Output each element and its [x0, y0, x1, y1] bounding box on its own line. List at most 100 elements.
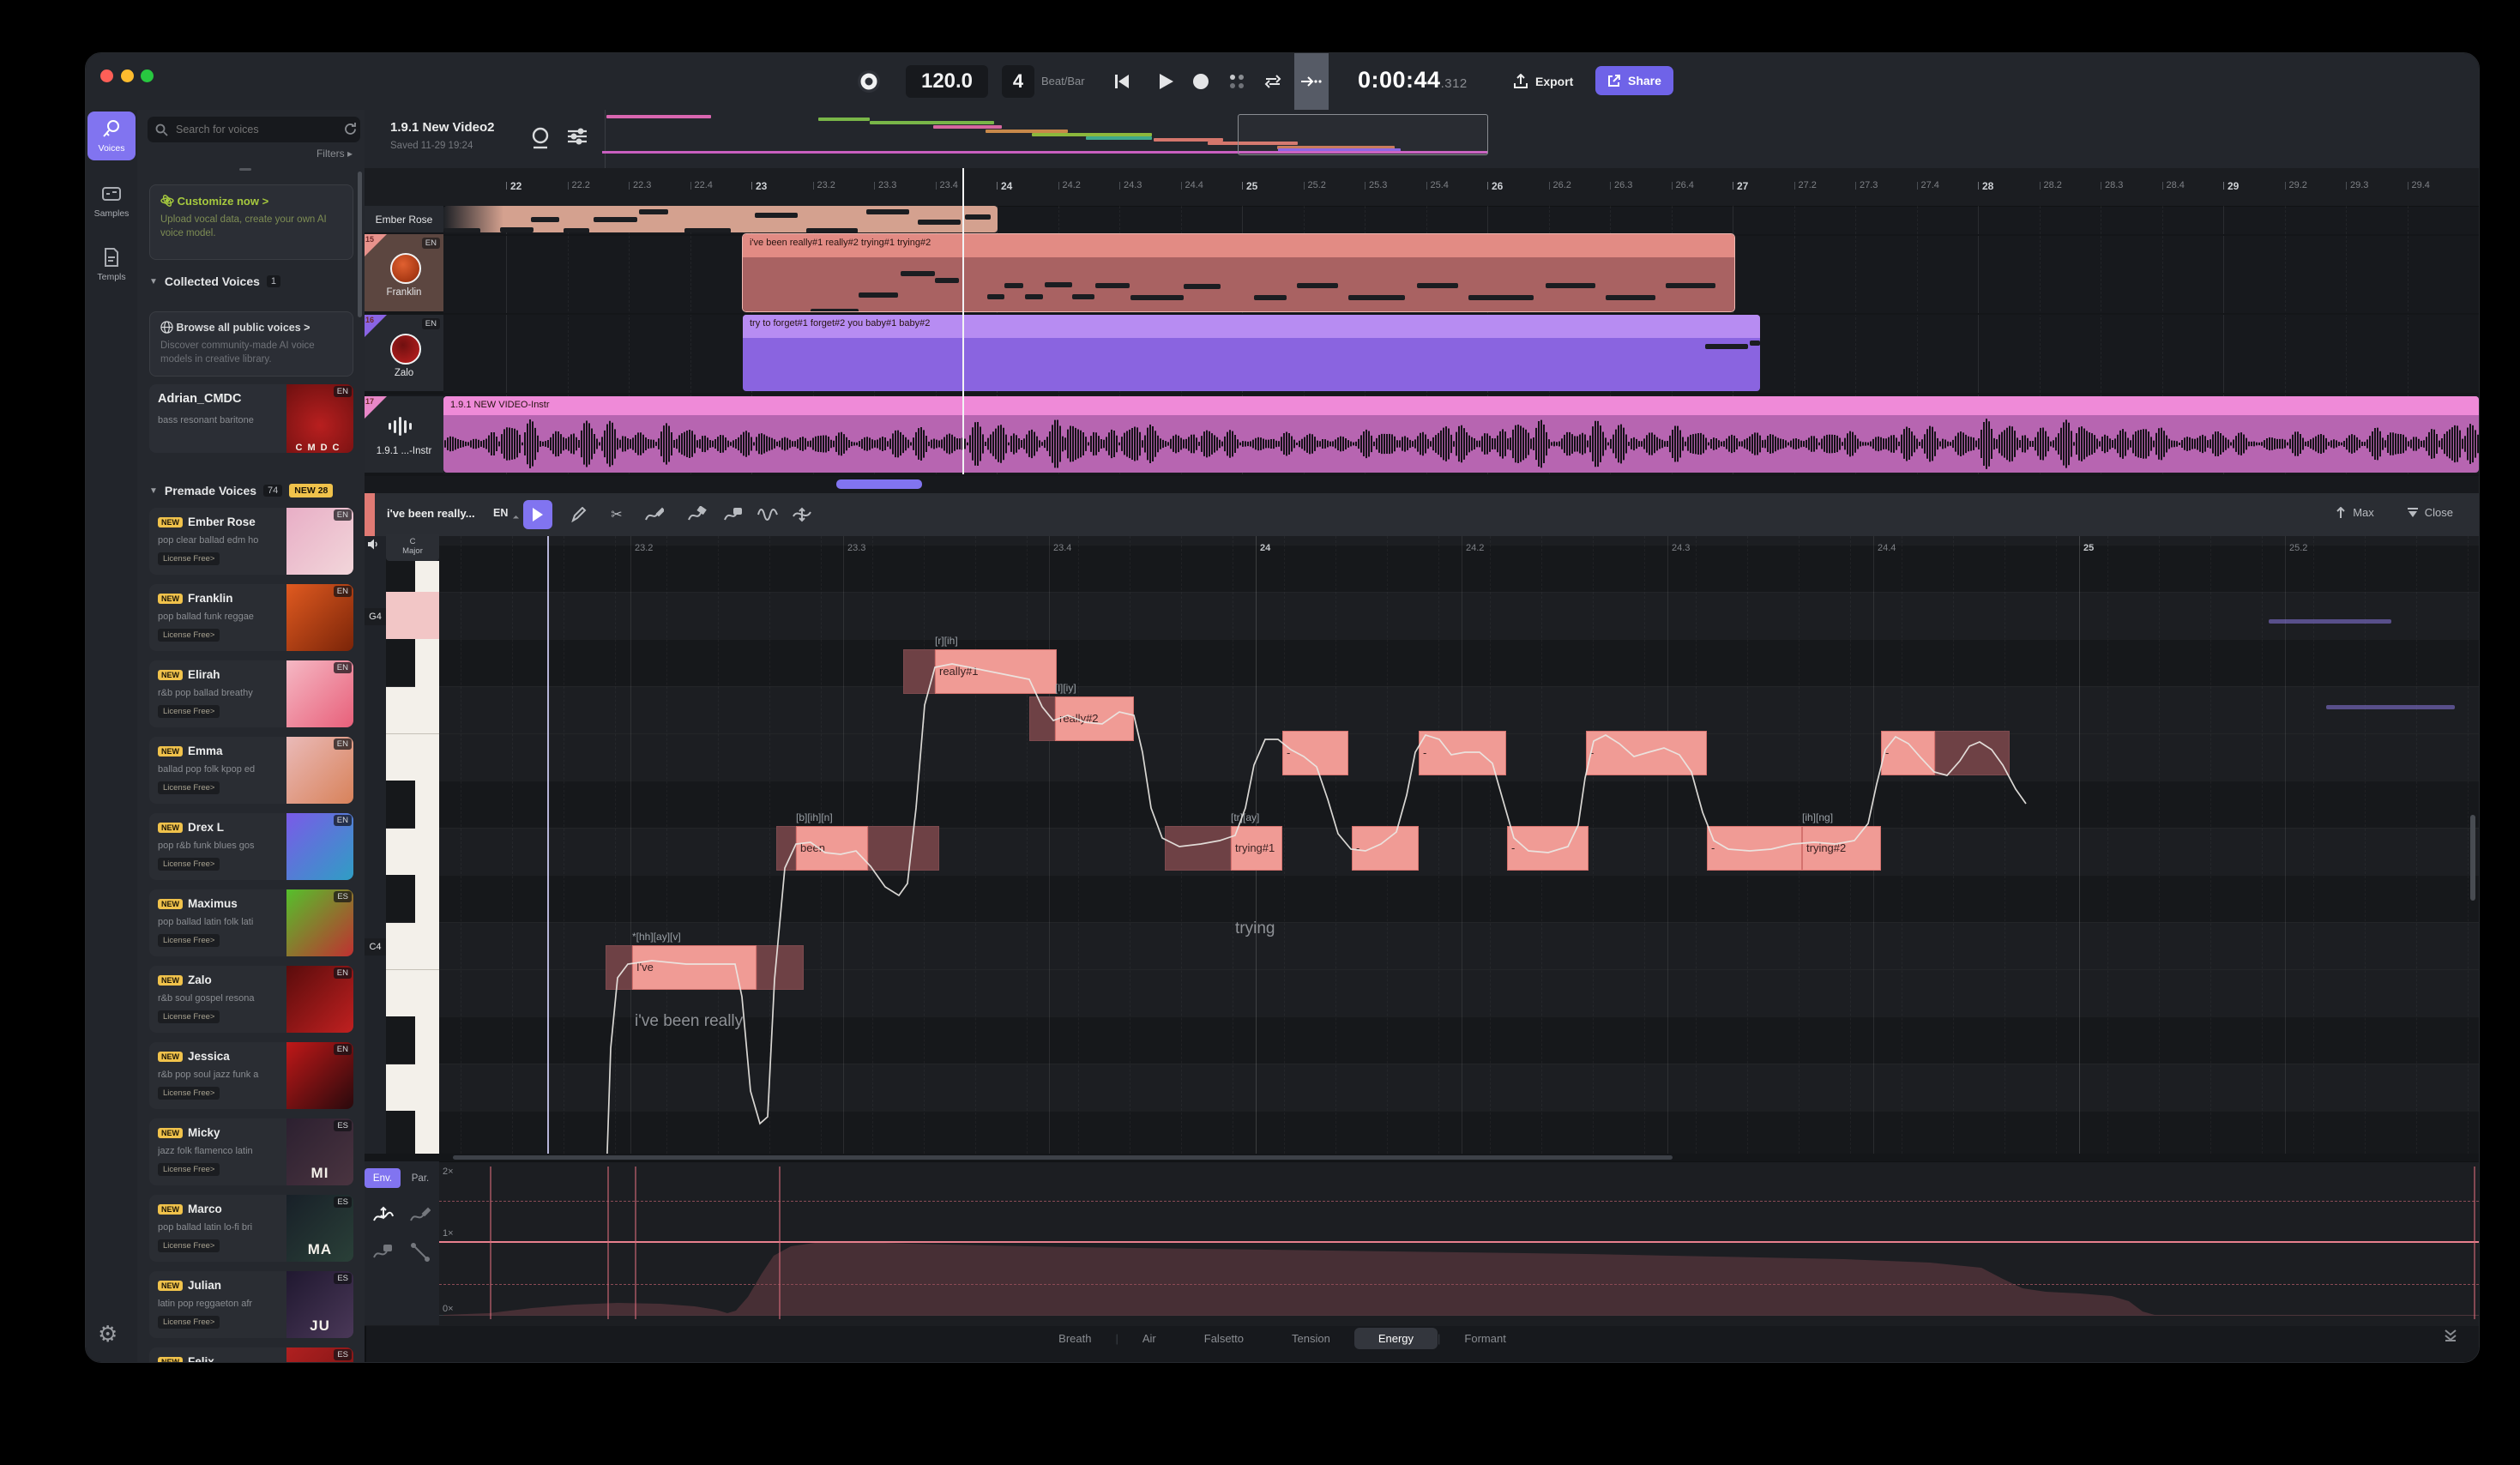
editor-hscrollbar-thumb[interactable] [453, 1155, 1673, 1160]
note-phoneme[interactable]: [tr][ay] [1231, 811, 1259, 823]
note-main-segment[interactable] [1507, 826, 1589, 871]
editor-playhead[interactable] [547, 536, 549, 1154]
param-scale-tool[interactable] [372, 1204, 395, 1227]
browse-public-voices-card[interactable]: Browse all public voices > Discover comm… [149, 311, 353, 377]
track-lane[interactable] [365, 315, 2479, 395]
note[interactable]: I've [606, 945, 804, 990]
voice-license-badge[interactable]: License Free> [158, 1010, 220, 1023]
scale-selector[interactable]: CMajor [386, 534, 439, 561]
collected-voices-header[interactable]: ▼ Collected Voices 1 [149, 274, 280, 288]
metronome-icon[interactable] [855, 68, 883, 95]
rail-tab-samples[interactable]: Samples [87, 177, 136, 226]
minimize-window-button[interactable] [121, 69, 134, 82]
scissors-tool[interactable]: ✂ [602, 500, 631, 529]
minimap-viewport[interactable] [1238, 114, 1488, 155]
param-erase-tool[interactable] [372, 1241, 395, 1263]
pitch-shift-tool[interactable] [787, 500, 817, 529]
param-tab-energy[interactable]: Energy [1354, 1328, 1438, 1349]
skip-to-start-icon[interactable] [1108, 68, 1136, 95]
vibrato-tool[interactable] [753, 500, 782, 529]
note-phoneme[interactable]: *[hh][ay][v] [632, 931, 681, 943]
filters-button[interactable]: Filters ▸ [317, 148, 353, 160]
record-icon[interactable] [1187, 68, 1215, 95]
rail-tab-templates[interactable]: Templs [87, 240, 136, 289]
voice-license-badge[interactable]: License Free> [158, 858, 220, 871]
clip[interactable]: i've been really#1 really#2 trying#1 try… [743, 234, 1734, 311]
note-phoneme[interactable]: [l][iy] [1055, 682, 1076, 694]
param-line-tool[interactable] [409, 1241, 431, 1263]
arrangement-minimap[interactable] [605, 110, 2475, 168]
voice-card[interactable]: NEWEmmaballad pop folk kpop edLicense Fr… [149, 737, 353, 804]
zoom-window-button[interactable] [141, 69, 154, 82]
play-icon[interactable] [1152, 68, 1179, 95]
count-in-icon[interactable] [529, 125, 552, 151]
note-main-segment[interactable] [1419, 731, 1506, 775]
pitch-draw-tool[interactable] [640, 500, 669, 529]
param-tab-breath[interactable]: Breath [1034, 1328, 1115, 1349]
voice-license-badge[interactable]: License Free> [158, 781, 220, 794]
collected-voice-card[interactable]: Adrian_CMDC bass resonant baritone CMDC … [149, 384, 353, 453]
note[interactable]: - [1586, 731, 1707, 775]
note-phoneme[interactable]: [r][ih] [935, 635, 958, 647]
speaker-icon[interactable] [367, 539, 380, 550]
auto-scroll-button[interactable] [1294, 53, 1329, 110]
param-tab-tension[interactable]: Tension [1268, 1328, 1354, 1349]
search-input[interactable] [174, 123, 315, 136]
note[interactable]: been [776, 826, 939, 871]
panel-drag-handle[interactable] [239, 168, 251, 171]
timeline-ruler[interactable]: 2222.222.322.42323.223.323.42424.224.324… [365, 168, 2479, 207]
voice-card[interactable]: NEWJessicar&b pop soul jazz funk aLicens… [149, 1042, 353, 1109]
editor-language-selector[interactable]: EN [493, 507, 508, 519]
note-phoneme[interactable]: [ih][ng] [1802, 811, 1833, 823]
voice-license-badge[interactable]: License Free> [158, 552, 220, 565]
customize-card[interactable]: Customize now > Upload vocal data, creat… [149, 184, 353, 260]
note[interactable]: - [1507, 826, 1589, 871]
loop-icon[interactable] [1259, 68, 1287, 95]
voice-card[interactable]: NEWFranklinpop ballad funk reggaeLicense… [149, 584, 353, 651]
browse-title[interactable]: Browse all public voices > [160, 321, 342, 334]
voice-card[interactable]: NEWElirahr&b pop ballad breathyLicense F… [149, 660, 353, 727]
pencil-tool[interactable] [564, 500, 594, 529]
param-tab-formant[interactable]: Formant [1440, 1328, 1529, 1349]
clip[interactable] [443, 206, 998, 232]
clip[interactable]: 1.9.1 NEW VIDEO-Instr [443, 396, 2479, 473]
export-button[interactable]: Export [1513, 69, 1573, 94]
track-header[interactable]: Ember Rose [365, 206, 443, 234]
piano-keyboard[interactable] [386, 561, 439, 1154]
close-window-button[interactable] [100, 69, 113, 82]
voice-license-badge[interactable]: License Free> [158, 629, 220, 642]
premade-voices-header[interactable]: ▼ Premade Voices 74 NEW 28 [149, 484, 333, 497]
voice-search[interactable] [148, 117, 360, 142]
editor-scrollbar-thumb[interactable] [2470, 815, 2475, 901]
note[interactable]: - [1352, 826, 1419, 871]
track-scrollbar-thumb[interactable] [836, 479, 922, 489]
editor-max-button[interactable]: Max [2335, 506, 2374, 519]
note-main-segment[interactable] [1707, 826, 1802, 871]
pitch-erase-tool[interactable] [719, 500, 748, 529]
note[interactable]: trying#1 [1165, 826, 1282, 871]
pitch-smooth-tool[interactable] [683, 500, 712, 529]
refresh-icon[interactable] [343, 122, 358, 136]
note[interactable]: really#2 [1029, 696, 1134, 741]
voice-card[interactable]: NEWMaximuspop ballad latin folk latiLice… [149, 889, 353, 956]
piano-roll[interactable]: 23.223.323.42424.224.324.42525.2I've*[hh… [365, 536, 2479, 1154]
voice-card[interactable]: NEWMickyjazz folk flamenco latinLicense … [149, 1118, 353, 1185]
clip[interactable]: try to forget#1 forget#2 you baby#1 baby… [743, 315, 1760, 391]
grid-mode-icon[interactable] [1223, 68, 1251, 95]
share-button[interactable]: Share [1595, 66, 1673, 95]
beats-per-bar-display[interactable]: 4 [1002, 65, 1034, 98]
param-draw-tool[interactable] [409, 1204, 431, 1227]
note-main-segment[interactable] [1586, 731, 1707, 775]
rail-tab-voices[interactable]: Voices [87, 112, 136, 160]
voice-license-badge[interactable]: License Free> [158, 934, 220, 947]
track-lane[interactable] [365, 234, 2479, 315]
editor-close-button[interactable]: Close [2407, 506, 2453, 519]
note[interactable]: - [1881, 731, 2010, 775]
voice-card[interactable]: NEWDrex Lpop r&b funk blues gosLicense F… [149, 813, 353, 880]
voice-license-badge[interactable]: License Free> [158, 1239, 220, 1252]
project-title[interactable]: 1.9.1 New Video2 [390, 120, 494, 135]
customize-title[interactable]: Customize now > [160, 194, 342, 208]
note-main-segment[interactable] [1282, 731, 1348, 775]
note-main-segment[interactable] [1881, 731, 1935, 775]
tempo-display[interactable]: 120.0 [906, 65, 988, 98]
